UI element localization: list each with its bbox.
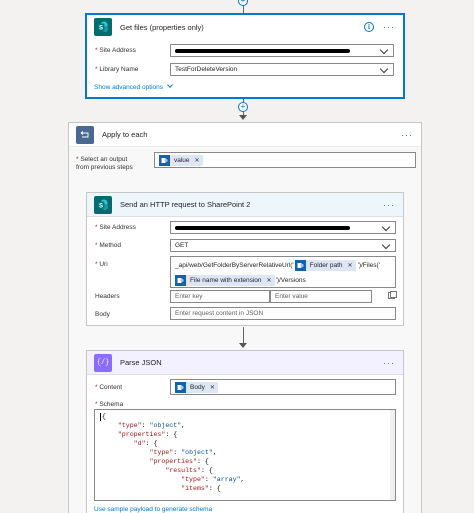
- loop-icon: [76, 125, 94, 144]
- select-output-label: * Select an output from previous steps: [76, 156, 133, 171]
- sharepoint-token-icon: [175, 381, 186, 393]
- library-name-label: * Library Name: [95, 66, 139, 73]
- get-files-header[interactable]: S Get files (properties only) i ···: [87, 15, 403, 39]
- site-address-dropdown[interactable]: [170, 221, 396, 234]
- more-options-icon[interactable]: ···: [383, 358, 395, 368]
- sample-payload-link[interactable]: Use sample payload to generate schema: [94, 506, 212, 513]
- http-request-header[interactable]: S Send an HTTP request to SharePoint 2 ·…: [87, 193, 403, 217]
- schema-line: "items": {: [181, 485, 221, 492]
- uri-field[interactable]: _api/web/GetFolderByServerRelativeUrl(' …: [170, 256, 396, 288]
- sharepoint-icon: S: [94, 18, 112, 36]
- chevron-down-icon: [381, 240, 391, 250]
- arrow-down-icon: [239, 115, 247, 120]
- show-advanced-options-link[interactable]: Show advanced options: [94, 82, 173, 91]
- http-request-title: Send an HTTP request to SharePoint 2: [120, 200, 251, 209]
- get-files-title: Get files (properties only): [120, 22, 204, 32]
- more-options-icon[interactable]: ···: [401, 130, 413, 140]
- header-key-input[interactable]: Enter key: [170, 290, 270, 303]
- more-options-icon[interactable]: ···: [383, 22, 395, 32]
- body-input[interactable]: Enter request content in JSON: [170, 307, 396, 320]
- remove-token-icon[interactable]: ✕: [267, 277, 272, 284]
- uri-label: * Uri: [95, 261, 108, 268]
- editor-scrollbar[interactable]: [390, 410, 395, 500]
- headers-label: Headers: [95, 293, 120, 300]
- svg-text:S: S: [99, 25, 103, 31]
- parse-json-header[interactable]: {/} Parse JSON ···: [87, 351, 403, 375]
- header-value-input[interactable]: Enter value: [270, 290, 372, 303]
- schema-line: {: [102, 413, 106, 420]
- redacted-value: [175, 49, 350, 53]
- sharepoint-token-icon: [159, 154, 170, 166]
- sharepoint-token-icon: [294, 259, 306, 271]
- folder-path-token[interactable]: Folder path ✕: [294, 259, 356, 271]
- site-address-label: * Site Address: [95, 47, 136, 54]
- remove-token-icon[interactable]: ✕: [210, 384, 215, 391]
- file-name-token[interactable]: File name with extension ✕: [175, 275, 275, 286]
- uri-mid-text: ')/Files(': [357, 261, 380, 269]
- apply-to-each-title: Apply to each: [102, 130, 148, 139]
- library-name-value: TestForDeleteVersion: [175, 66, 238, 73]
- site-address-dropdown[interactable]: [170, 44, 394, 57]
- more-options-icon[interactable]: ···: [383, 200, 395, 210]
- chevron-down-icon: [379, 45, 389, 55]
- content-label: * Content: [95, 384, 123, 391]
- info-icon[interactable]: i: [364, 22, 374, 32]
- method-value: GET: [175, 242, 189, 249]
- schema-line: "type": "object",: [149, 449, 217, 456]
- insert-step-top-icon[interactable]: +: [238, 0, 248, 6]
- remove-token-icon[interactable]: ✕: [348, 262, 353, 269]
- library-name-dropdown[interactable]: TestForDeleteVersion: [170, 63, 394, 76]
- schema-line: "properties": {: [117, 431, 178, 438]
- editor-cursor: [100, 413, 101, 421]
- chevron-down-icon: [381, 222, 391, 232]
- method-label: * Method: [95, 242, 122, 249]
- schema-label: * Schema: [95, 401, 124, 408]
- parse-json-card[interactable]: {/} Parse JSON ··· * Content Body ✕ * Sc…: [86, 350, 404, 513]
- schema-line: "properties": {: [149, 458, 209, 465]
- sharepoint-token-icon: [175, 275, 186, 286]
- arrow-down-icon: [239, 343, 247, 348]
- content-field[interactable]: Body ✕: [170, 379, 396, 395]
- switch-to-text-mode-icon[interactable]: [388, 291, 397, 300]
- redacted-value: [175, 226, 350, 230]
- http-request-card[interactable]: S Send an HTTP request to SharePoint 2 ·…: [86, 192, 404, 326]
- schema-line: "type": "object",: [117, 422, 186, 429]
- schema-line: "results": {: [165, 467, 213, 474]
- insert-step-icon[interactable]: +: [238, 102, 248, 112]
- value-token[interactable]: value ✕: [159, 154, 203, 166]
- parse-json-title: Parse JSON: [120, 358, 162, 367]
- apply-to-each-header[interactable]: Apply to each ···: [69, 123, 421, 147]
- body-label: Body: [95, 311, 110, 318]
- sharepoint-icon: S: [94, 195, 112, 214]
- uri-suffix-text: ')/Versions: [275, 277, 306, 284]
- schema-line: "d": {: [133, 440, 158, 447]
- schema-line: "type": "array",: [181, 476, 245, 483]
- method-dropdown[interactable]: GET: [170, 239, 396, 252]
- chevron-down-icon: [379, 64, 389, 74]
- schema-code: { "type": "object", "properties": { "d":…: [102, 412, 245, 493]
- uri-prefix-text: _api/web/GetFolderByServerRelativeUrl(': [175, 261, 294, 269]
- get-files-card[interactable]: S Get files (properties only) i ··· * Si…: [86, 14, 404, 98]
- parse-json-icon: {/}: [94, 353, 112, 372]
- body-token[interactable]: Body ✕: [175, 381, 218, 393]
- remove-token-icon[interactable]: ✕: [195, 157, 200, 164]
- svg-text:S: S: [99, 203, 103, 209]
- schema-editor[interactable]: { "type": "object", "properties": { "d":…: [94, 409, 396, 501]
- site-address-label: * Site Address: [95, 224, 136, 231]
- chevron-down-icon: [167, 82, 173, 88]
- select-output-field[interactable]: value ✕: [154, 152, 416, 168]
